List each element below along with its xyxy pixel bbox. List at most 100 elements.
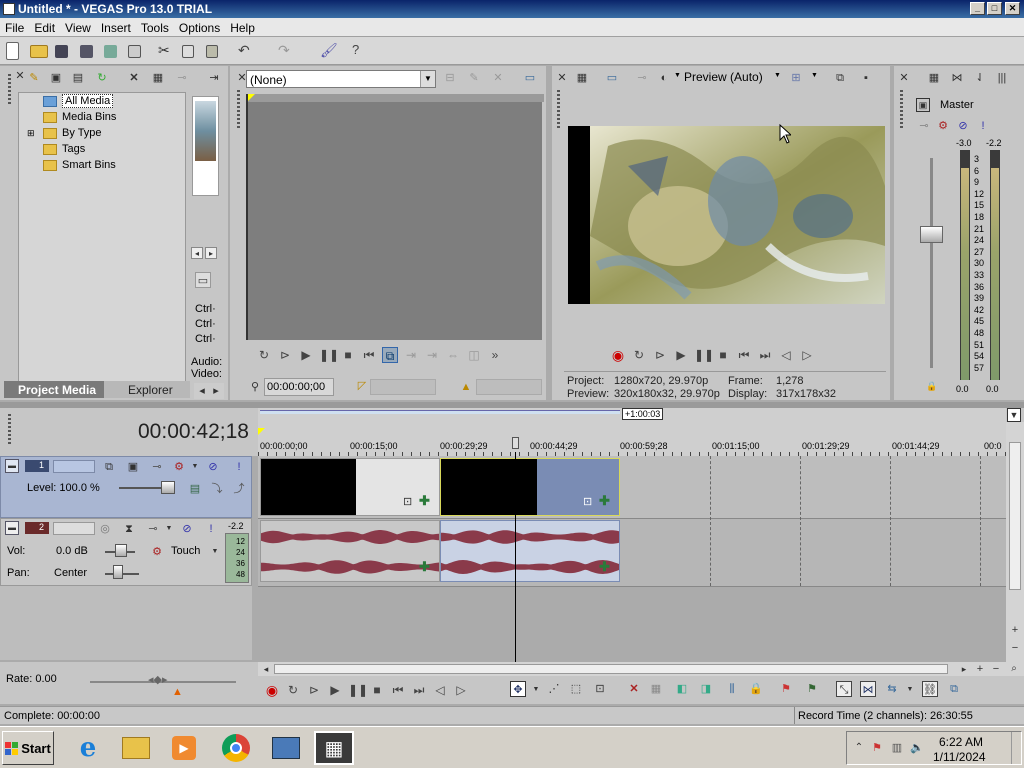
scroll-timeline-right-icon[interactable]: ▸ [956, 661, 972, 677]
tree-smart-bins[interactable]: Smart Bins [43, 157, 116, 173]
play-icon[interactable]: ▶ [298, 347, 314, 363]
split-icon[interactable]: ⫼ [724, 681, 740, 697]
timeline-pause-icon[interactable]: ❚❚ [348, 682, 368, 698]
scroll-left-icon[interactable]: ◂ [191, 247, 203, 259]
event-fx-icon-2[interactable]: ✚ [599, 493, 610, 509]
tab-explorer[interactable]: Explorer [104, 381, 190, 398]
copy-icon[interactable] [182, 45, 194, 58]
video-clip-1[interactable]: ⊡ ✚ [260, 458, 440, 516]
next-frame-icon[interactable]: ▷ [799, 347, 815, 363]
preview-play-icon[interactable]: ▶ [673, 347, 689, 363]
app-icon[interactable] [3, 3, 15, 15]
internet-explorer-icon[interactable]: e [68, 731, 108, 765]
open-icon[interactable] [30, 45, 48, 58]
timeline-go-end-icon[interactable]: ⏭ [411, 682, 427, 698]
envelope-tool-icon[interactable]: ⋰ [546, 681, 562, 697]
tab-project-media[interactable]: Project Media [18, 383, 96, 397]
crop-icon[interactable]: ⊡ [403, 495, 412, 508]
snapping-icon[interactable]: ⤡ [836, 681, 852, 697]
overwrite-icon[interactable]: ⇥ [403, 347, 419, 363]
undo-icon[interactable]: ↶ [238, 42, 256, 60]
scroll-timeline-left-icon[interactable]: ◂ [258, 661, 274, 677]
preview-go-end-icon[interactable]: ⏭ [757, 347, 773, 363]
level-slider-handle[interactable] [161, 481, 175, 494]
trimmer-tool-1-icon[interactable]: ⊟ [442, 70, 458, 86]
stop-icon[interactable]: ■ [340, 347, 356, 363]
playhead-marker[interactable] [512, 437, 519, 449]
menu-tools[interactable]: Tools [136, 18, 174, 35]
get-media-icon[interactable]: ▤ [70, 70, 86, 86]
fit-icon[interactable]: ⇔ [445, 347, 461, 363]
minimize-button[interactable]: _ [970, 2, 985, 15]
timeline-record-icon[interactable]: ◉ [264, 682, 280, 698]
close-master-icon[interactable]: ✕ [896, 70, 912, 86]
audio-track-name-field[interactable] [53, 522, 95, 535]
zoom-tool-icon[interactable]: ⌕ [1006, 661, 1022, 677]
region-icon[interactable]: ⚑ [804, 681, 820, 697]
zoom-in-horizontal-icon[interactable]: + [972, 661, 988, 677]
scroll-right-icon[interactable]: ▸ [205, 247, 217, 259]
video-clip-2[interactable]: ⊡ ✚ [440, 458, 620, 516]
prev-frame-icon[interactable]: ◁ [778, 347, 794, 363]
views-icon[interactable]: ⇥ [206, 70, 222, 86]
make-parent-icon[interactable]: ⤴ [231, 481, 247, 497]
master-mute-icon[interactable]: ⊘ [955, 118, 971, 134]
audio-automation-chevron-icon[interactable]: ▼ [161, 521, 177, 537]
playhead-line[interactable] [515, 452, 516, 662]
touch-chevron-icon[interactable]: ▼ [207, 544, 223, 560]
pause-icon[interactable]: ❚❚ [319, 347, 339, 363]
save-snapshot-icon[interactable]: ▪ [858, 70, 874, 86]
vol-slider-handle[interactable] [115, 544, 127, 557]
in-point-icon[interactable]: ⚲ [247, 379, 263, 395]
whats-this-icon[interactable]: ? [352, 42, 370, 60]
timeline-go-start-icon[interactable]: ⏮ [390, 682, 406, 698]
network-icon[interactable]: ▥ [889, 740, 905, 756]
master-insert-icon[interactable]: ▣ [916, 98, 930, 112]
menu-options[interactable]: Options [174, 18, 225, 35]
track-fx-icon[interactable]: ⚙ [171, 459, 187, 475]
rate-slider-handle[interactable]: ◂◆▸ [148, 673, 168, 686]
timeline-play-start-icon[interactable]: ⊳ [306, 682, 322, 698]
lock-icon[interactable]: 🔒 [924, 378, 940, 394]
audio-event-fx-icon[interactable]: ✚ [419, 559, 430, 575]
timeline-prev-frame-icon[interactable]: ◁ [432, 682, 448, 698]
video-track-header[interactable]: ▬ 1 ⧉ ▣ ⊸ ⚙ ▼ ⊘ ! Level: 100.0 % ▤ ⤵ ⤴ [0, 456, 252, 518]
selection-marker-icon[interactable]: ◸ [354, 378, 370, 394]
timeline-menu-icon[interactable]: ▼ [1007, 408, 1021, 422]
menu-insert[interactable]: Insert [96, 18, 136, 35]
compositing-icon[interactable]: ▣ [125, 459, 141, 475]
audio-event-fx-icon-2[interactable]: ✚ [599, 559, 610, 575]
action-center-icon[interactable]: ⚑ [869, 740, 885, 756]
file-explorer-icon[interactable] [116, 731, 156, 765]
paste-icon[interactable] [206, 45, 218, 58]
split-screen-icon[interactable]: ⊸ [634, 70, 650, 86]
auto-crossfade-icon[interactable]: ⋈ [860, 681, 876, 697]
delete-icon[interactable]: ✕ [626, 681, 642, 697]
selection-tool-icon[interactable]: ⬚ [568, 681, 584, 697]
timeline-stop-icon[interactable]: ■ [369, 682, 385, 698]
play-from-start-icon[interactable]: ⊳ [277, 347, 293, 363]
cut-icon[interactable]: ✂ [158, 42, 176, 60]
timeline-loop-icon[interactable]: ↻ [285, 682, 301, 698]
loop-icon[interactable]: ↻ [256, 347, 272, 363]
go-to-start-icon[interactable]: ⏮ [361, 347, 377, 363]
show-desktop-button[interactable] [1011, 732, 1021, 764]
marker-icon[interactable]: ⚑ [778, 681, 794, 697]
master-fx-icon[interactable]: ▦ [926, 70, 942, 86]
trimmer-preset-select[interactable]: (None) ▼ [246, 70, 436, 88]
track-motion-icon[interactable]: ⧉ [101, 459, 117, 475]
menu-file[interactable]: File [0, 18, 29, 35]
track-fx-chevron-icon[interactable]: ▼ [187, 459, 203, 475]
copy-snapshot-icon[interactable]: ⧉ [832, 70, 848, 86]
audio-track-collapse-icon[interactable]: ▬ [5, 521, 19, 535]
ripple-edit-icon[interactable]: ⇆ [884, 681, 900, 697]
grid-icon[interactable]: ⊞ [788, 70, 804, 86]
video-track-name-field[interactable] [53, 460, 95, 473]
brush-icon[interactable]: 🖌 [320, 42, 338, 60]
media-properties-icon[interactable]: ▦ [150, 70, 166, 86]
maximize-button[interactable]: □ [987, 2, 1002, 15]
ignore-grouping-icon[interactable]: ⧉ [946, 681, 962, 697]
menu-view[interactable]: View [60, 18, 96, 35]
trimmer-remove-icon[interactable]: ✕ [490, 70, 506, 86]
automation-icon[interactable]: ⊸ [149, 459, 165, 475]
